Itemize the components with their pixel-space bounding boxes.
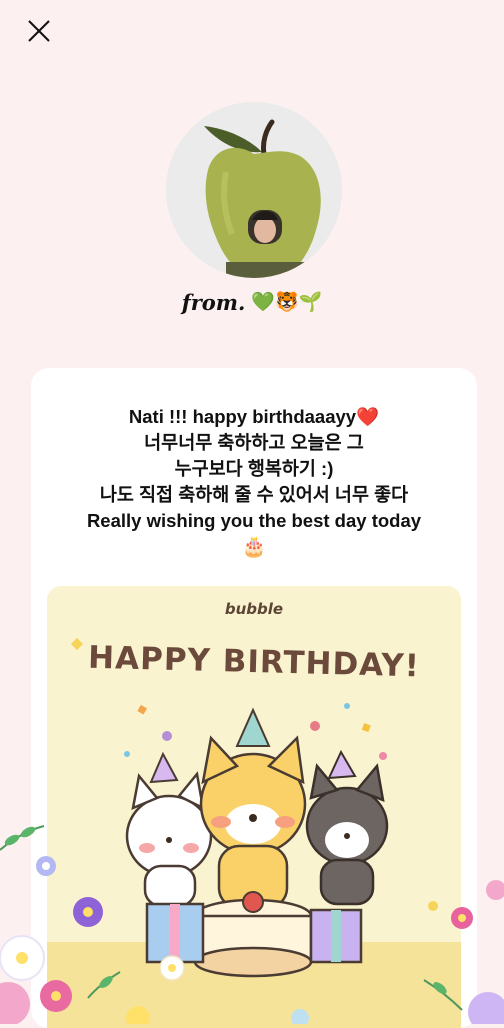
yellow-dog <box>199 707 307 910</box>
message-line: Really wishing you the best day today <box>86 510 422 531</box>
close-icon <box>28 20 50 42</box>
message-line: Nati !!! happy birthdaaayy❤️ <box>128 406 380 427</box>
dark-dog <box>305 749 389 906</box>
white-dog <box>125 751 213 908</box>
sender-emojis: 💚🐯🌱 <box>251 291 323 313</box>
birthday-cake <box>193 891 313 978</box>
close-button[interactable] <box>22 14 56 48</box>
birthday-card-image: bubble HAPPY BIRTHDAY! <box>47 586 461 1028</box>
dogs-illustration <box>125 707 389 978</box>
cake-emoji: 🎂 <box>241 536 267 558</box>
apple-photo-image <box>166 102 342 278</box>
message-line: 나도 직접 축하해 줄 수 있어서 너무 좋다 <box>99 484 409 505</box>
sender-avatar[interactable] <box>166 102 342 278</box>
message-line: 너무너무 축하하고 오늘은 그 <box>144 432 364 453</box>
message-card: Nati !!! happy birthdaaayy❤️ 너무너무 축하하고 오… <box>31 368 477 1028</box>
message-text: Nati !!! happy birthdaaayy❤️ 너무너무 축하하고 오… <box>31 404 477 560</box>
sender-prefix: from. <box>181 289 246 315</box>
message-line: 누구보다 행복하기 :) <box>174 458 334 479</box>
sender-name: from. 💚🐯🌱 <box>0 284 504 320</box>
